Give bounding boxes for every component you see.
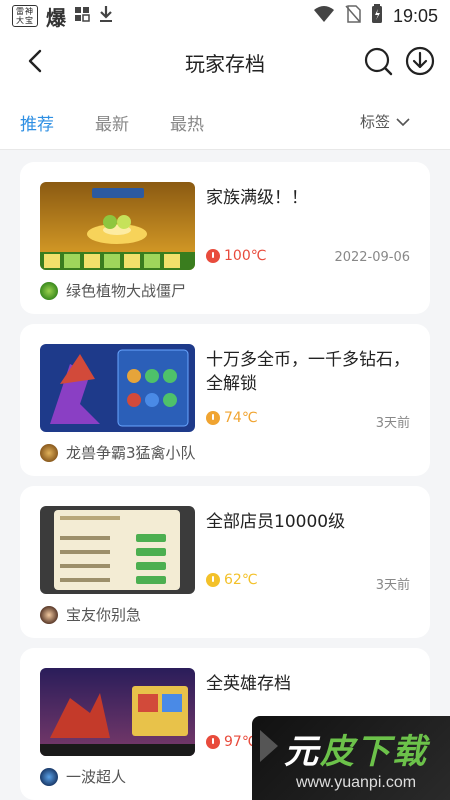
thermometer-icon: [206, 573, 220, 587]
clock: 19:05: [392, 5, 438, 26]
game-link[interactable]: 绿色植物大战僵尸: [40, 280, 186, 301]
game-link[interactable]: 宝友你别急: [40, 604, 141, 625]
game-icon: [40, 443, 58, 462]
heat-indicator: 74℃: [206, 410, 258, 426]
download-button[interactable]: [404, 45, 436, 77]
battery-icon: [371, 4, 383, 28]
app-notification-icon: 雷神大宝: [12, 5, 38, 27]
chevron-down-icon: [396, 117, 410, 126]
card-title: 全部店员10000级: [206, 512, 346, 532]
play-arrow-icon: [260, 730, 278, 762]
watermark-text-white: 元: [284, 732, 320, 772]
heat-indicator: 100℃: [206, 248, 266, 264]
card-thumbnail: [40, 182, 195, 270]
app-bar: 玩家存档: [0, 32, 450, 90]
card-date: 2022-09-06: [334, 250, 410, 265]
card-title: 全英雄存档: [206, 674, 291, 694]
card-thumbnail: [40, 506, 195, 594]
wifi-icon: [313, 5, 335, 27]
card-date: 3天前: [375, 578, 410, 593]
game-name: 一波超人: [66, 768, 127, 786]
tab-recommended[interactable]: 推荐: [20, 110, 54, 135]
notification-glyph: 爆: [46, 5, 66, 30]
game-icon: [40, 281, 58, 300]
search-icon: [364, 47, 393, 76]
thermometer-icon: [206, 411, 220, 425]
card-title: 家族满级！！: [206, 188, 308, 208]
tag-filter-dropdown[interactable]: 标签: [360, 111, 410, 132]
heat-value: 74℃: [224, 410, 258, 426]
watermark-text-green: 皮下载: [320, 732, 428, 772]
game-name: 绿色植物大战僵尸: [66, 282, 187, 300]
heat-value: 100℃: [224, 248, 267, 264]
watermark-logo: 元皮下载 www.yuanpi.com: [252, 716, 450, 800]
thermometer-icon: [206, 249, 220, 263]
status-bar: 雷神大宝 爆 19:05: [0, 0, 450, 32]
game-icon: [40, 605, 58, 624]
search-button[interactable]: [362, 45, 394, 77]
archive-card[interactable]: 家族满级！！ 100℃ 2022-09-06 绿色植物大战僵尸: [20, 162, 430, 314]
back-button[interactable]: [20, 46, 50, 76]
tag-filter-label: 标签: [359, 113, 390, 131]
heat-indicator: 62℃: [206, 572, 258, 588]
game-link[interactable]: 一波超人: [40, 766, 126, 787]
tab-hottest[interactable]: 最热: [170, 110, 204, 135]
card-thumbnail: [40, 668, 195, 756]
card-date: 3天前: [375, 416, 410, 431]
grid-notification-icon: [74, 6, 90, 26]
thermometer-icon: [206, 735, 220, 749]
game-name: 宝友你别急: [66, 606, 142, 624]
watermark-url: www.yuanpi.com: [296, 774, 417, 791]
game-icon: [40, 767, 58, 786]
game-name: 龙兽争霸3猛禽小队: [66, 444, 196, 462]
no-sim-icon: [345, 5, 361, 27]
heat-value: 62℃: [224, 572, 258, 588]
heat-indicator: 97℃: [206, 734, 258, 750]
download-notification-icon: [98, 5, 114, 27]
card-thumbnail: [40, 344, 195, 432]
card-title: 十万多全币，一千多钻石，全解锁: [206, 350, 410, 394]
archive-card[interactable]: 全部店员10000级 62℃ 3天前 宝友你别急: [20, 486, 430, 638]
back-arrow-icon: [28, 49, 42, 73]
download-icon: [405, 46, 435, 76]
tab-latest[interactable]: 最新: [95, 110, 129, 135]
archive-card[interactable]: 十万多全币，一千多钻石，全解锁 74℃ 3天前 龙兽争霸3猛禽小队: [20, 324, 430, 476]
game-link[interactable]: 龙兽争霸3猛禽小队: [40, 442, 196, 463]
tab-bar: 推荐 最新 最热 标签: [0, 90, 450, 150]
